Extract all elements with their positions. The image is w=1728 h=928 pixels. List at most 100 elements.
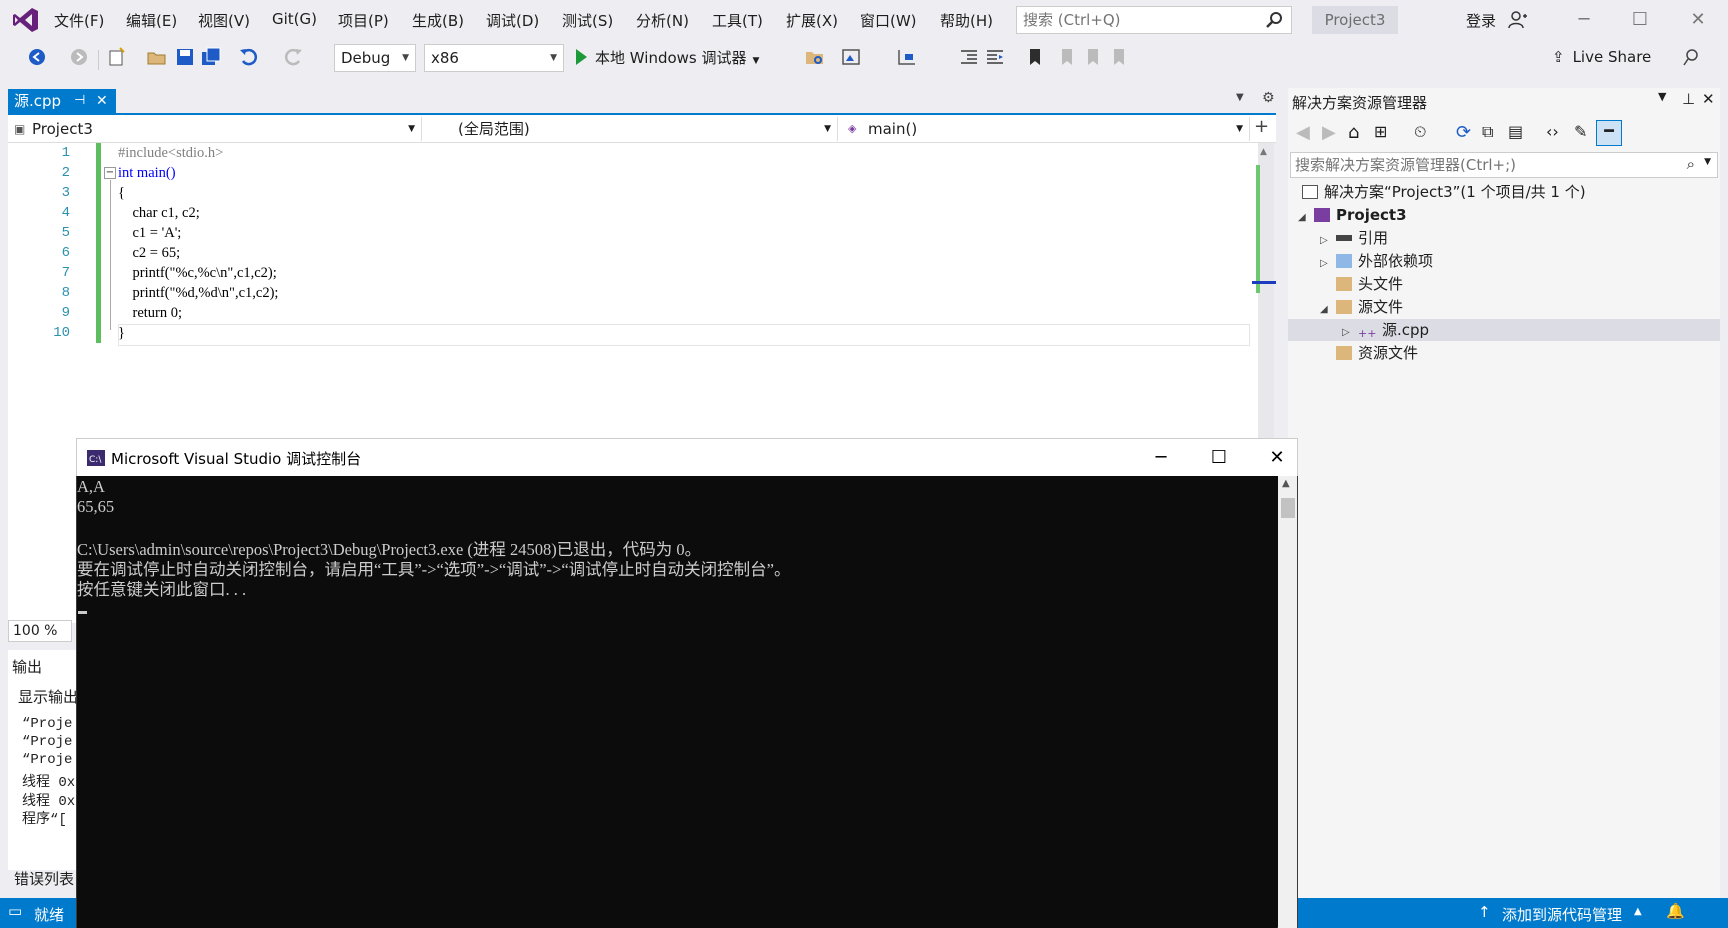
account-icon[interactable] [1508,10,1528,30]
status-ready: 就绪 [34,906,65,924]
project-nav-select[interactable]: ▣ Project3 ▼ [8,117,422,141]
menu-analyze[interactable]: 分析(N) [636,10,689,31]
tree-item-solution[interactable]: 解决方案“Project3”(1 个项目/共 1 个) [1302,181,1586,203]
menu-git[interactable]: Git(G) [272,10,317,28]
notification-bell-icon[interactable]: 🔔 [1666,902,1685,920]
output-line: 程序“[ [22,812,67,828]
menu-tools[interactable]: 工具(T) [712,10,763,31]
global-search[interactable] [1016,6,1292,34]
menu-debug[interactable]: 调试(D) [486,10,539,31]
tab-overflow-chevron-icon[interactable]: ▼ [1236,92,1244,103]
pending-changes-icon[interactable]: ⏲ [1414,122,1426,142]
minimize-icon[interactable]: ─ [1572,8,1596,32]
bookmark-icon[interactable] [1024,46,1046,68]
collapse-icon[interactable]: − [104,167,116,179]
next-bookmark-icon[interactable] [1082,46,1104,68]
chevron-down-icon[interactable]: ▼ [1704,157,1711,167]
minimize-icon[interactable]: ─ [1147,445,1175,471]
collapsed-icon[interactable]: ▷ [1320,230,1336,252]
menu-file[interactable]: 文件(F) [54,10,104,31]
tree-item-source-cpp[interactable]: ▷ ++ 源.cpp [1342,319,1429,341]
menu-window[interactable]: 窗口(W) [860,10,917,31]
console-scroll-thumb[interactable] [1281,498,1295,518]
solution-icon [1302,185,1318,199]
solution-search-input[interactable] [1291,153,1671,177]
save-icon[interactable] [174,46,196,68]
sign-in-link[interactable]: 登录 [1466,10,1496,31]
menu-edit[interactable]: 编辑(E) [126,10,177,31]
redo-icon[interactable] [282,46,304,68]
close-tab-icon[interactable]: ✕ [96,89,108,113]
home-icon[interactable]: ⌂ [1348,122,1359,143]
zoom-level-select[interactable]: 100 % [8,620,72,642]
chevron-down-icon[interactable]: ▼ [1658,90,1666,103]
close-icon[interactable]: ✕ [1686,8,1710,32]
back-icon[interactable]: ◀ [1296,122,1310,143]
menu-help[interactable]: 帮助(H) [940,10,993,31]
menu-test[interactable]: 测试(S) [562,10,613,31]
properties-icon[interactable]: ✎ [1574,122,1587,141]
tree-item-project[interactable]: ◢ Project3 [1298,204,1407,226]
switch-views-icon[interactable]: ⊞ [1374,122,1387,141]
save-all-icon[interactable] [200,46,222,68]
scope-nav-select[interactable]: (全局范围) ▼ [424,117,838,141]
expanded-icon[interactable]: ◢ [1320,299,1336,321]
start-debugging-button[interactable]: 本地 Windows 调试器 ▼ [576,47,759,68]
outdent-icon[interactable] [984,46,1006,68]
solution-config-value: Debug [341,49,391,67]
solution-config-select[interactable]: Debug ▼ [334,44,416,72]
pin-icon[interactable]: ⊣ [74,89,85,113]
maximize-icon[interactable]: ☐ [1628,8,1652,32]
collapsed-icon[interactable]: ▷ [1320,253,1336,275]
clear-bookmarks-icon[interactable] [1108,46,1130,68]
menu-view[interactable]: 视图(V) [198,10,250,31]
tree-item-external-deps[interactable]: ▷ 外部依赖项 [1320,250,1433,272]
add-to-source-control-button[interactable]: 添加到源代码管理 [1502,904,1622,925]
console-scrollbar[interactable] [1278,476,1297,928]
global-search-input[interactable] [1017,7,1257,33]
console-title-bar[interactable]: C:\ Microsoft Visual Studio 调试控制台 ─ ☐ ✕ [76,438,1298,476]
back-icon[interactable] [26,46,48,68]
scroll-up-icon[interactable]: ▲ [1282,478,1290,489]
scroll-up-icon[interactable]: ▲ [1260,147,1267,157]
find-in-files-icon[interactable] [804,46,826,68]
close-icon[interactable]: ✕ [1702,90,1715,108]
tree-item-source-files[interactable]: ◢ 源文件 [1320,296,1403,318]
collapsed-icon[interactable]: ▷ [1342,322,1358,344]
tab-source-cpp[interactable]: 源.cpp ⊣ ✕ [8,89,116,114]
solution-explorer-header: 解决方案资源管理器 ▼ ⊥ ✕ [1288,90,1720,114]
show-all-files-icon[interactable]: ▤ [1508,122,1523,141]
screenshot-icon[interactable] [840,46,862,68]
step-icon[interactable] [896,46,918,68]
expanded-icon[interactable]: ◢ [1298,207,1314,229]
tree-item-resource-files[interactable]: 资源文件 [1336,342,1418,364]
feedback-icon[interactable] [1682,46,1704,68]
split-editor-icon[interactable]: + [1254,116,1269,137]
live-share-button[interactable]: ⇪ Live Share [1552,48,1651,66]
chevron-up-icon[interactable]: ▲ [1634,906,1642,917]
menu-extensions[interactable]: 扩展(X) [786,10,838,31]
undo-icon[interactable] [238,46,260,68]
forward-icon[interactable] [68,46,90,68]
pin-icon[interactable]: ⊥ [1682,90,1695,108]
gear-icon[interactable]: ⚙ [1262,90,1275,106]
collapse-all-icon[interactable]: ⧉ [1482,122,1493,142]
sync-icon[interactable]: ⟳ [1456,122,1471,143]
menu-project[interactable]: 项目(P) [338,10,389,31]
prev-bookmark-icon[interactable] [1056,46,1078,68]
member-nav-select[interactable]: ◈ main() ▼ [840,117,1250,141]
preview-icon[interactable]: ━ [1596,120,1622,146]
forward-icon[interactable]: ▶ [1322,122,1336,143]
view-code-icon[interactable]: ‹› [1546,122,1559,141]
new-project-icon[interactable] [106,46,128,68]
tree-item-header-files[interactable]: 头文件 [1336,273,1403,295]
open-folder-icon[interactable] [146,46,168,68]
indent-icon[interactable] [958,46,980,68]
tab-error-list[interactable]: 错误列表 [14,868,76,889]
maximize-icon[interactable]: ☐ [1205,445,1233,471]
tree-item-references[interactable]: ▷ 引用 [1320,227,1388,249]
solution-search[interactable]: ⌕ ▼ [1290,152,1718,178]
menu-build[interactable]: 生成(B) [412,10,464,31]
close-icon[interactable]: ✕ [1263,445,1291,471]
platform-select[interactable]: x86 ▼ [424,44,564,72]
